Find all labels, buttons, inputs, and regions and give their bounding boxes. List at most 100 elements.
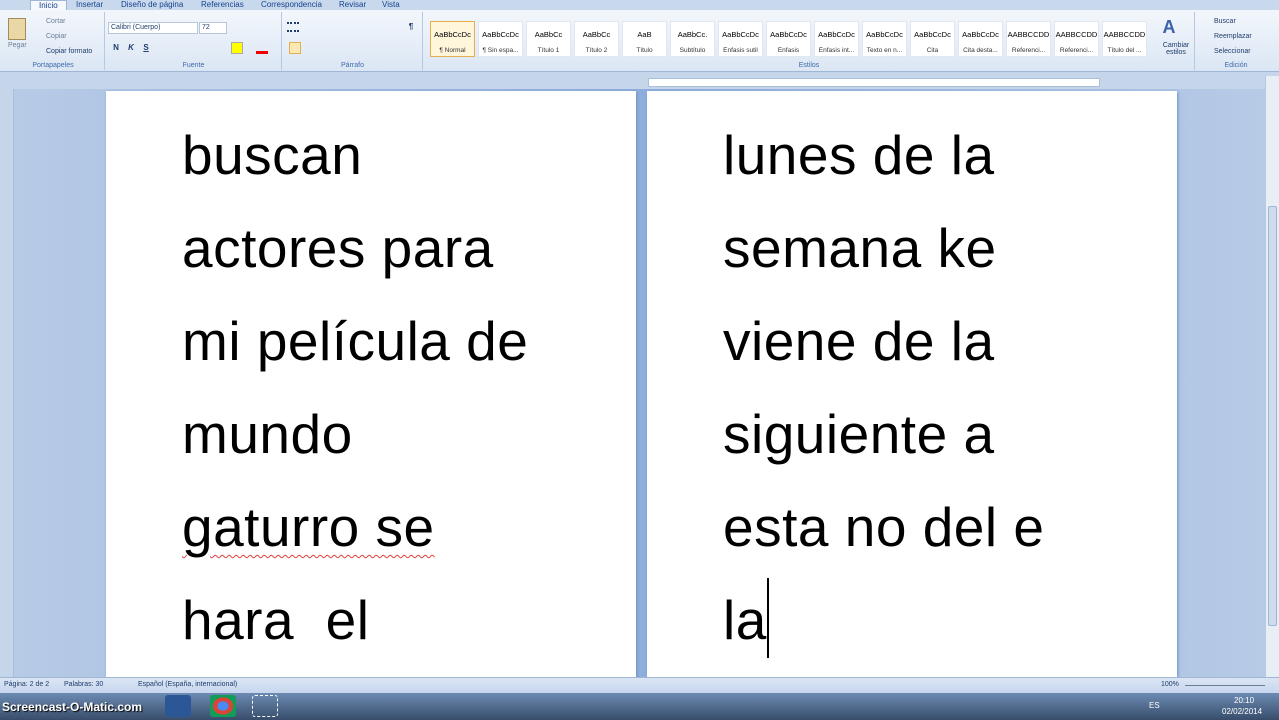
clock-time[interactable]: 20:10 xyxy=(1234,696,1254,705)
paste-button[interactable]: Pegar xyxy=(8,42,27,49)
tab-correspondencia[interactable]: Correspondencia xyxy=(261,0,322,10)
font-size-select[interactable]: 72 xyxy=(199,22,227,34)
style-preview: AaBbCcDc xyxy=(434,30,471,39)
style-item[interactable]: AABBCCDD Referenci... xyxy=(1054,21,1099,57)
style-item[interactable]: AaB Título xyxy=(622,21,667,57)
find-button[interactable]: Buscar xyxy=(1214,18,1236,25)
group-label-styles: Estilos xyxy=(798,62,820,69)
style-preview: AaBbCcDc xyxy=(914,30,951,39)
status-bar: Página: 2 de 2 Palabras: 30 Español (Esp… xyxy=(0,677,1279,693)
style-preview: AaBbCc xyxy=(534,30,563,39)
page-count[interactable]: Página: 2 de 2 xyxy=(4,681,49,688)
language-status[interactable]: Español (España, internacional) xyxy=(138,681,237,688)
style-name: Título 1 xyxy=(537,47,560,54)
style-name: Título del ... xyxy=(1107,47,1142,54)
style-item[interactable]: AaBbCc Título 2 xyxy=(574,21,619,57)
capture-taskbar-icon[interactable] xyxy=(252,695,278,717)
style-name: Título xyxy=(636,47,653,54)
vertical-scrollbar[interactable] xyxy=(1265,76,1279,677)
underline-button[interactable]: S xyxy=(140,42,152,54)
language-indicator[interactable]: ES xyxy=(1149,701,1160,710)
font-name-select[interactable]: Calibri (Cuerpo) xyxy=(108,22,198,34)
document-area: buscan actores para mi película de mundo… xyxy=(14,89,1265,677)
style-name: ¶ Normal xyxy=(439,47,466,54)
style-preview: AABBCCDD xyxy=(1007,30,1050,39)
text-line: viene de la xyxy=(723,310,995,372)
style-item[interactable]: AaBbCcDc ¶ Normal xyxy=(430,21,475,57)
align-left-icon[interactable] xyxy=(289,42,301,54)
bold-button[interactable]: N xyxy=(110,42,122,54)
style-preview: AaBbCcDc xyxy=(818,30,855,39)
bullets-icon[interactable] xyxy=(287,22,299,32)
text-line: siguiente a xyxy=(723,403,995,465)
style-item[interactable]: AaBbCcDc Cita desta... xyxy=(958,21,1003,57)
cut-button[interactable]: Cortar xyxy=(46,18,65,25)
style-item[interactable]: AABBCCDD Referenci... xyxy=(1006,21,1051,57)
highlight-icon[interactable] xyxy=(231,42,243,54)
zoom-slider[interactable] xyxy=(1185,685,1265,686)
tab-insertar[interactable]: Insertar xyxy=(76,0,103,10)
style-name: Cita desta... xyxy=(963,47,998,54)
change-styles-icon[interactable]: A xyxy=(1160,18,1178,36)
style-item[interactable]: AaBbCcDc Énfasis sutil xyxy=(718,21,763,57)
tab-referencias[interactable]: Referencias xyxy=(201,0,244,10)
ribbon: Pegar Cortar Copiar Copiar formato Porta… xyxy=(0,10,1279,72)
text-line: buscan xyxy=(182,124,363,186)
group-styles: AaBbCcDc ¶ Normal AaBbCcDc ¶ Sin espa... AaB… xyxy=(424,12,1195,70)
text-line: hara el xyxy=(182,589,370,651)
style-item[interactable]: AaBbCcDc Énfasis int... xyxy=(814,21,859,57)
tab-diseno[interactable]: Diseño de página xyxy=(121,0,183,10)
group-label-clipboard: Portapapeles xyxy=(32,62,74,69)
vertical-ruler[interactable] xyxy=(0,89,14,677)
style-name: Título 2 xyxy=(585,47,608,54)
style-name: ¶ Sin espa... xyxy=(482,47,519,54)
italic-button[interactable]: K xyxy=(125,42,137,54)
style-name: Referenci... xyxy=(1011,47,1046,54)
word-count[interactable]: Palabras: 30 xyxy=(64,681,103,688)
style-item[interactable]: AaBbCcDc ¶ Sin espa... xyxy=(478,21,523,57)
copy-button[interactable]: Copiar xyxy=(46,33,67,40)
text-line: actores para xyxy=(182,217,494,279)
style-item[interactable]: AABBCCDD Título del ... xyxy=(1102,21,1147,57)
tab-vista[interactable]: Vista xyxy=(382,0,400,10)
style-item[interactable]: AaBbCcDc Énfasis xyxy=(766,21,811,57)
change-styles-button[interactable]: Cambiar estilos xyxy=(1159,42,1193,56)
font-size-value: 72 xyxy=(202,24,210,31)
select-button[interactable]: Seleccionar xyxy=(1214,48,1251,55)
format-painter-button[interactable]: Copiar formato xyxy=(46,48,92,55)
zoom-level[interactable]: 100% xyxy=(1161,681,1179,688)
horizontal-ruler[interactable] xyxy=(0,76,1279,89)
style-name: Énfasis sutil xyxy=(723,47,758,54)
style-preview: AaBbCcDc xyxy=(482,30,519,39)
ruler-text-area xyxy=(648,78,1100,87)
font-name-value: Calibri (Cuerpo) xyxy=(111,24,161,31)
scrollbar-thumb[interactable] xyxy=(1268,206,1277,626)
page-1[interactable]: buscan actores para mi película de mundo… xyxy=(106,91,636,677)
style-preview: AaBbCcDc xyxy=(962,30,999,39)
style-preview: AaBbCc. xyxy=(677,30,708,39)
text-line: esta no del e xyxy=(723,496,1045,558)
text-line: mundo xyxy=(182,403,353,465)
style-item[interactable]: AaBbCcDc Cita xyxy=(910,21,955,57)
text-line: mi película de xyxy=(182,310,529,372)
style-preview: AABBCCDD xyxy=(1055,30,1098,39)
font-color-icon[interactable] xyxy=(256,42,268,54)
group-paragraph: ¶ Párrafo xyxy=(283,12,423,70)
style-item[interactable]: AaBbCc Título 1 xyxy=(526,21,571,57)
tab-revisar[interactable]: Revisar xyxy=(339,0,366,10)
page-2[interactable]: lunes de la semana ke viene de la siguie… xyxy=(647,91,1177,677)
text-line: gaturro se xyxy=(182,496,435,558)
style-preview: AaBbCcDc xyxy=(866,30,903,39)
replace-button[interactable]: Reemplazar xyxy=(1214,33,1252,40)
screencast-watermark: Screencast-O-Matic.com xyxy=(2,700,143,714)
text-line: lunes de la xyxy=(723,124,995,186)
clock-date[interactable]: 02/02/2014 xyxy=(1222,707,1262,716)
chrome-taskbar-icon[interactable] xyxy=(210,695,236,717)
word-taskbar-icon[interactable] xyxy=(165,695,191,717)
style-preview: AaBbCc xyxy=(582,30,611,39)
style-item[interactable]: AaBbCcDc Texto en n... xyxy=(862,21,907,57)
style-item[interactable]: AaBbCc. Subtítulo xyxy=(670,21,715,57)
style-preview: AaBbCcDc xyxy=(722,30,759,39)
tab-inicio[interactable]: Inicio xyxy=(30,0,67,10)
pilcrow-icon[interactable]: ¶ xyxy=(405,21,417,33)
